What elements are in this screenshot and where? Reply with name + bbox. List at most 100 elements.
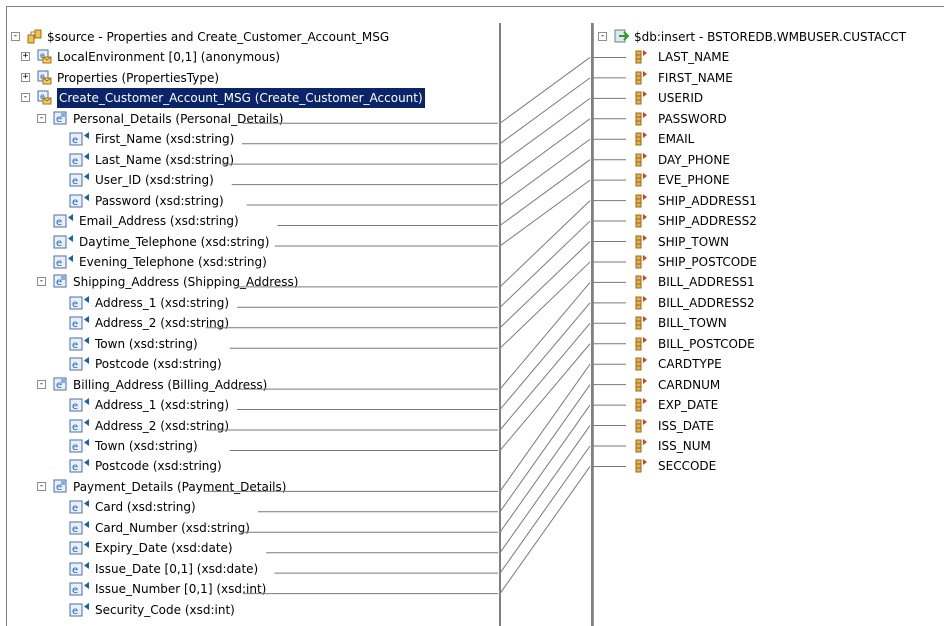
expand-icon[interactable]: + [21, 72, 30, 82]
field-item[interactable]: e Email_Address (xsd:string) [7, 211, 499, 231]
collapse-icon[interactable]: - [37, 481, 46, 491]
column-icon [634, 336, 649, 351]
column-item[interactable]: SHIP_POSTCODE [594, 252, 944, 272]
element-field-icon: e [69, 581, 89, 596]
tree-item-label: BILL_POSTCODE [658, 336, 755, 351]
tree-node[interactable]: + e Properties (PropertiesType) [7, 68, 499, 88]
tree-item-label: BILL_ADDRESS2 [658, 295, 755, 310]
tree-item-label: BILL_TOWN [658, 316, 727, 331]
tree-item-label: Shipping_Address (Shipping_Address) [73, 275, 299, 290]
collapse-icon[interactable]: - [11, 32, 20, 41]
column-icon [634, 49, 649, 64]
column-item[interactable]: SHIP_ADDRESS1 [594, 191, 944, 211]
tree-node[interactable]: + e LocalEnvironment [0,1] (anonymous) [7, 47, 499, 67]
collapse-icon[interactable]: - [21, 93, 30, 103]
tree-item-label: Address_1 (xsd:string) [95, 295, 230, 310]
tree-node[interactable]: - e Personal_Details (Personal_Details) [7, 109, 499, 129]
column-item[interactable]: PASSWORD [594, 109, 944, 129]
field-item[interactable]: e Town (xsd:string) [7, 436, 499, 456]
tree-item-label: Create_Customer_Account_MSG (Create_Cust… [56, 87, 426, 110]
field-item[interactable]: e Expiry_Date (xsd:date) [7, 538, 499, 558]
column-item[interactable]: CARDNUM [594, 375, 944, 395]
column-item[interactable]: BILL_ADDRESS2 [594, 293, 944, 313]
element-field-icon: e [69, 602, 89, 617]
field-item[interactable]: e Daytime_Telephone (xsd:string) [7, 232, 499, 252]
pane-divider[interactable] [499, 23, 501, 626]
tree-item-label: SECCODE [658, 459, 717, 474]
column-item[interactable]: ISS_NUM [594, 436, 944, 456]
tree-item-label: User_ID (xsd:string) [95, 173, 214, 188]
tree-item-label: EXP_DATE [658, 398, 719, 413]
tree-item-label: FIRST_NAME [658, 70, 733, 85]
collapse-icon[interactable]: - [37, 379, 46, 389]
column-item[interactable]: SECCODE [594, 456, 944, 476]
svg-text:e: e [72, 197, 78, 208]
field-item[interactable]: e Postcode (xsd:string) [7, 456, 499, 476]
tree-item-label: Billing_Address (Billing_Address) [73, 377, 268, 392]
collapse-icon[interactable]: - [37, 113, 46, 123]
field-item[interactable]: e Address_2 (xsd:string) [7, 416, 499, 436]
svg-text:e: e [72, 340, 78, 351]
target-tree-root[interactable]: - $db:insert - BSTOREDB.WMBUSER.CUSTACCT [594, 27, 944, 47]
field-item[interactable]: e Evening_Telephone (xsd:string) [7, 252, 499, 272]
field-item[interactable]: e Issue_Number [0,1] (xsd:int) [7, 579, 499, 599]
field-item[interactable]: e Address_1 (xsd:string) [7, 293, 499, 313]
element-field-icon: e [69, 418, 89, 433]
field-item[interactable]: e Security_Code (xsd:int) [7, 600, 499, 620]
tree-item-label: Issue_Date [0,1] (xsd:date) [95, 561, 259, 576]
field-item[interactable]: e User_ID (xsd:string) [7, 170, 499, 190]
column-item[interactable]: ISS_DATE [594, 416, 944, 436]
tree-node[interactable]: - e Shipping_Address (Shipping_Address) [7, 272, 499, 292]
column-item[interactable]: DAY_PHONE [594, 150, 944, 170]
field-item[interactable]: e Password (xsd:string) [7, 191, 499, 211]
svg-text:e: e [72, 544, 78, 555]
field-item[interactable]: e Town (xsd:string) [7, 334, 499, 354]
tree-item-label: Address_2 (xsd:string) [95, 316, 230, 331]
tree-item-label: DAY_PHONE [658, 152, 730, 167]
tree-item-label: Card (xsd:string) [95, 500, 196, 515]
field-item[interactable]: e Address_2 (xsd:string) [7, 313, 499, 333]
field-item[interactable]: e Card_Number (xsd:string) [7, 518, 499, 538]
element-field-icon: e [69, 315, 89, 330]
column-item[interactable]: FIRST_NAME [594, 68, 944, 88]
tree-node[interactable]: - e Billing_Address (Billing_Address) [7, 375, 499, 395]
tree-item-label: Address_1 (xsd:string) [95, 398, 230, 413]
target-tree-pane[interactable]: - $db:insert - BSTOREDB.WMBUSER.CUSTACCT L… [593, 23, 944, 626]
element-field-icon: e [69, 438, 89, 453]
collapse-icon[interactable]: - [37, 277, 46, 287]
tree-item-label: LocalEnvironment [0,1] (anonymous) [57, 50, 281, 65]
column-item[interactable]: EVE_PHONE [594, 170, 944, 190]
tree-node[interactable]: - e Create_Customer_Account_MSG (Create_Cu… [7, 87, 499, 110]
column-item[interactable]: LAST_NAME [594, 47, 944, 67]
field-item[interactable]: e Postcode (xsd:string) [7, 354, 499, 374]
column-item[interactable]: BILL_POSTCODE [594, 334, 944, 354]
tree-root-label: $source - Properties and Create_Customer… [47, 30, 390, 44]
collapse-icon[interactable]: - [598, 32, 607, 41]
tree-item-label: Daytime_Telephone (xsd:string) [79, 234, 270, 249]
tree-item-label: SHIP_ADDRESS1 [658, 193, 757, 208]
column-item[interactable]: EMAIL [594, 129, 944, 149]
column-item[interactable]: BILL_TOWN [594, 313, 944, 333]
source-tree-root[interactable]: - $source - Properties and Create_Custome… [7, 27, 499, 47]
column-item[interactable]: USERID [594, 88, 944, 108]
element-field-icon: e [53, 213, 73, 228]
column-item[interactable]: BILL_ADDRESS1 [594, 272, 944, 292]
column-item[interactable]: CARDTYPE [594, 354, 944, 374]
tree-item-label: EVE_PHONE [658, 173, 730, 188]
column-icon [634, 70, 649, 85]
element-field-icon: e [69, 131, 89, 146]
tree-item-label: Password (xsd:string) [95, 193, 224, 208]
field-item[interactable]: e First_Name (xsd:string) [7, 129, 499, 149]
tree-node[interactable]: - e Payment_Details (Payment_Details) [7, 477, 499, 497]
element-field-icon: e [53, 234, 73, 249]
field-item[interactable]: e Address_1 (xsd:string) [7, 395, 499, 415]
column-item[interactable]: SHIP_TOWN [594, 232, 944, 252]
column-item[interactable]: EXP_DATE [594, 395, 944, 415]
field-item[interactable]: e Issue_Date [0,1] (xsd:date) [7, 559, 499, 579]
svg-text:e: e [72, 360, 78, 371]
field-item[interactable]: e Last_Name (xsd:string) [7, 150, 499, 170]
expand-icon[interactable]: + [21, 52, 30, 62]
source-tree-pane[interactable]: - $source - Properties and Create_Custome… [7, 23, 499, 626]
column-item[interactable]: SHIP_ADDRESS2 [594, 211, 944, 231]
field-item[interactable]: e Card (xsd:string) [7, 497, 499, 517]
